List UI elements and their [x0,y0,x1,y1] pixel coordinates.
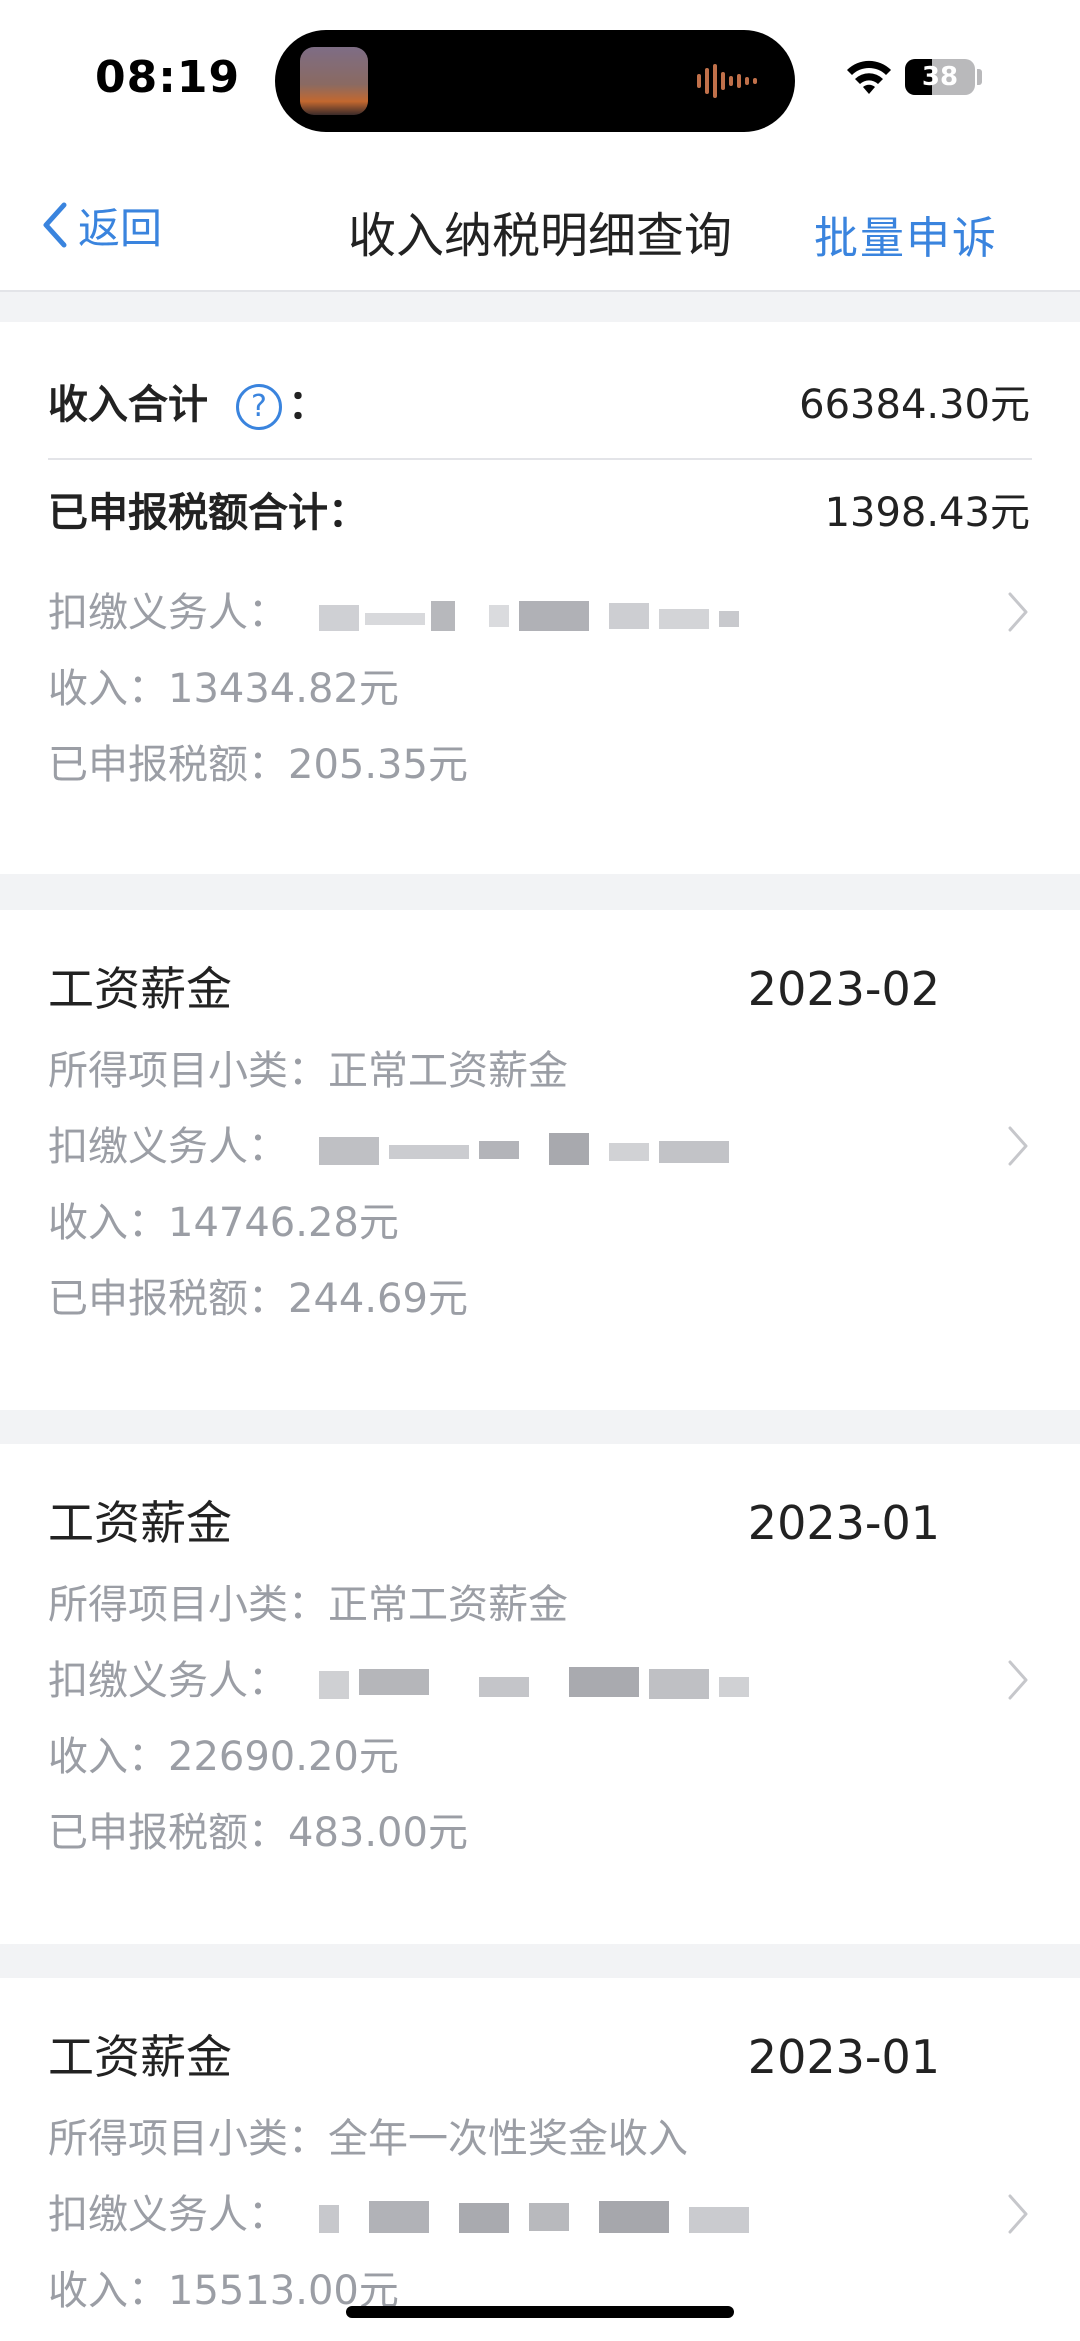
income-total-value: 66384.30元 [799,382,1030,428]
back-label: 返回 [78,203,163,253]
battery-icon: 38 [905,59,975,95]
record-card[interactable]: 工资薪金 2023-02 所得项目小类：正常工资薪金 扣缴义务人： 收入：147… [0,910,1080,1410]
navigation-bar: 返回 收入纳税明细查询 批量申诉 [0,160,1080,292]
chevron-left-icon [43,202,67,248]
tax-total-label: 已申报税额合计： [48,490,368,536]
redacted-name [318,601,739,631]
redacted-name [318,1667,749,1699]
redacted-name [318,2201,749,2233]
status-bar: 08:19 38 [0,0,1080,160]
wifi-icon [847,60,891,94]
chevron-right-icon [1008,2194,1028,2234]
record-withholder: 扣缴义务人： [48,2190,819,2240]
record-date: 2023-01 [747,2030,940,2084]
record-subcategory: 所得项目小类：正常工资薪金 [48,1048,568,1094]
record-card[interactable]: 工资薪金 2023-01 所得项目小类：正常工资薪金 扣缴义务人： 收入：226… [0,1444,1080,1944]
now-playing-artwork [300,47,368,115]
record-type: 工资薪金 [48,962,232,1016]
record-date: 2023-01 [747,1496,940,1550]
dynamic-island[interactable] [275,30,795,132]
battery-percent: 38 [921,62,959,92]
battery-nub [977,69,982,85]
withholder-label: 扣缴义务人： [48,590,288,636]
back-button[interactable]: 返回 [40,200,162,253]
record-type: 工资薪金 [48,1496,232,1550]
record-withholder: 扣缴义务人： [48,1656,819,1706]
withholder-label: 扣缴义务人： [48,1124,288,1170]
record-subcategory: 所得项目小类：全年一次性奖金收入 [48,2116,688,2162]
status-time: 08:19 [95,52,241,103]
chevron-right-icon [1008,1126,1028,1166]
summary-card: 收入合计?： 66384.30元 已申报税额合计： 1398.43元 扣缴义务人… [0,322,1080,874]
income-total-label-row: 收入合计?： [48,380,328,430]
withholder-line: 扣缴义务人： [48,588,839,638]
record-card[interactable]: 工资薪金 2023-01 所得项目小类：全年一次性奖金收入 扣缴义务人： 收入：… [0,1978,1080,2341]
record-income: 收入：14746.28元 [48,1200,399,1246]
record-income: 收入：22690.20元 [48,1734,399,1780]
divider [48,458,1032,460]
home-indicator[interactable] [346,2306,734,2318]
tax-total-value: 1398.43元 [824,490,1030,536]
withholder-label: 扣缴义务人： [48,1658,288,1704]
withholder-label: 扣缴义务人： [48,2192,288,2238]
chevron-right-icon [1008,592,1028,632]
question-circle-icon[interactable]: ? [236,384,282,430]
record-tax: 已申报税额：244.69元 [48,1276,468,1322]
record-tax: 已申报税额：483.00元 [48,1810,468,1856]
income-total-colon: ： [288,382,328,428]
redacted-name [318,1133,729,1165]
record-subcategory: 所得项目小类：正常工资薪金 [48,1582,568,1628]
withholder-tax: 已申报税额：205.35元 [48,742,468,788]
income-total-label: 收入合计 [48,382,208,428]
withholder-income: 收入：13434.82元 [48,666,399,712]
record-withholder: 扣缴义务人： [48,1122,819,1172]
record-type: 工资薪金 [48,2030,232,2084]
batch-appeal-button[interactable]: 批量申诉 [814,202,998,266]
record-date: 2023-02 [747,962,940,1016]
audio-waveform-icon [697,64,757,98]
chevron-right-icon [1008,1660,1028,1700]
